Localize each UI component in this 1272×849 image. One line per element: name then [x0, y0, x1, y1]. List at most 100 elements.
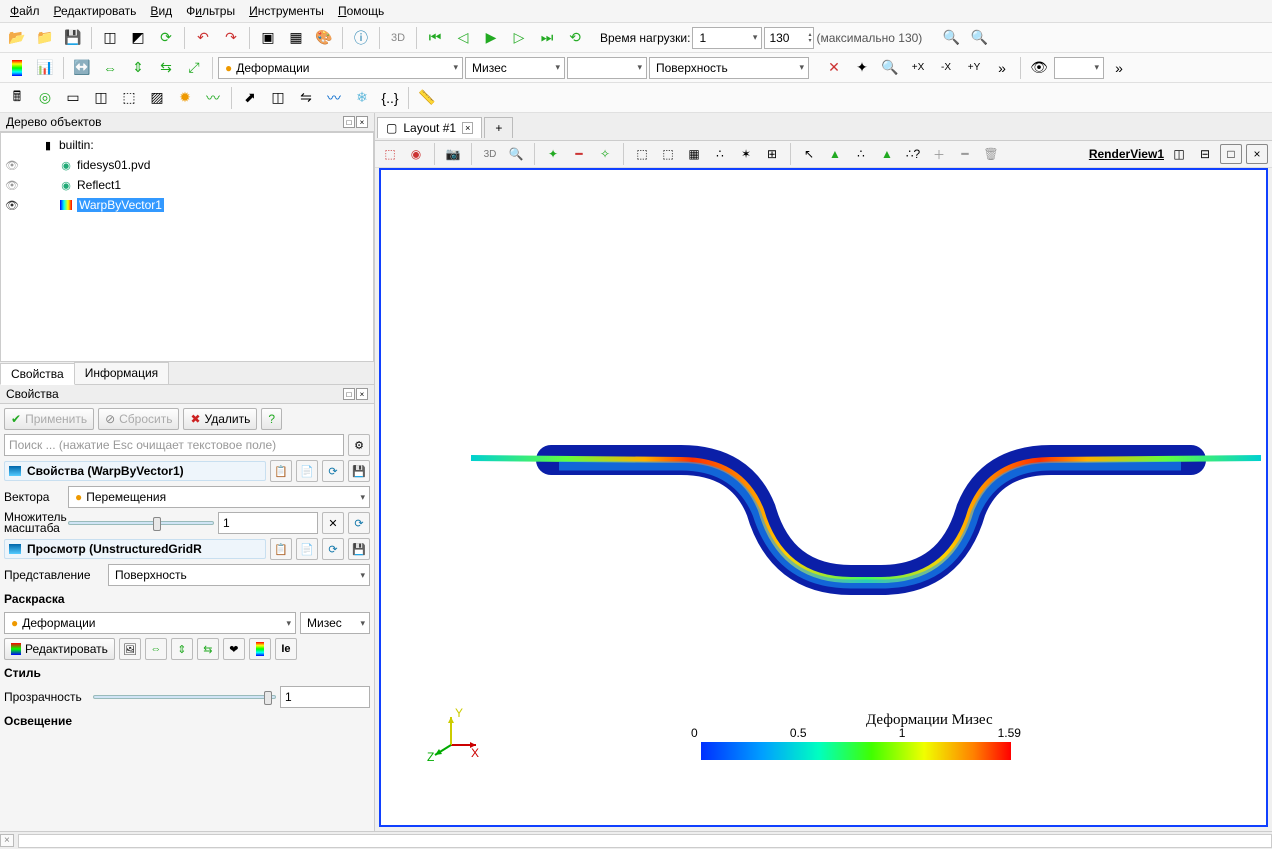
stream-icon[interactable]: 〰 [200, 86, 226, 110]
reload-icon[interactable]: ⟳ [153, 26, 179, 50]
color-comp-combo[interactable]: Мизес [300, 612, 370, 634]
split-h-icon[interactable]: ◫ [1168, 144, 1190, 164]
ruler-icon[interactable]: 📏 [414, 86, 440, 110]
snow-icon[interactable]: ❄ [349, 86, 375, 110]
field-combo[interactable]: ●Деформации [218, 57, 463, 79]
rb-sel1-icon[interactable]: ↖ [798, 144, 820, 164]
cube2-icon[interactable]: ▦ [283, 26, 309, 50]
eye-icon[interactable]: 👁 [1026, 56, 1052, 80]
rb-trash-icon[interactable]: 🗑 [980, 144, 1002, 164]
group-view[interactable]: Просмотр (UnstructuredGridR [4, 539, 266, 559]
tree-close-icon[interactable]: × [356, 116, 368, 128]
tree-row-warp[interactable]: 👁WarpByVector1 [3, 195, 371, 215]
menu-filters[interactable]: Фильтры [180, 2, 241, 20]
rb-sel3-icon[interactable]: ∴ [850, 144, 872, 164]
3d-mode-icon[interactable]: 3D [385, 26, 411, 50]
rb-3d-icon[interactable]: 3D [479, 144, 501, 164]
cm5-icon[interactable]: ❤ [223, 638, 245, 660]
close-view-icon[interactable]: × [1246, 144, 1268, 164]
rb-s9-icon[interactable]: ⊞ [761, 144, 783, 164]
split-v-icon[interactable]: ⊟ [1194, 144, 1216, 164]
menu-tools[interactable]: Инструменты [243, 2, 330, 20]
tab-properties[interactable]: Свойства [0, 363, 75, 385]
opacity-slider[interactable] [93, 695, 276, 699]
calc-icon[interactable]: 🖩 [4, 86, 30, 110]
open-recent-icon[interactable]: 📁 [32, 26, 58, 50]
tree-row-fidesys[interactable]: 👁◉fidesys01.pvd [3, 155, 371, 175]
scale-slider[interactable] [68, 521, 214, 525]
rb-s4-icon[interactable]: ⬚ [631, 144, 653, 164]
reset-button[interactable]: ⊘Сбросить [98, 408, 179, 430]
open-icon[interactable]: 📂 [4, 26, 30, 50]
more-icon[interactable]: » [989, 56, 1015, 80]
extract-icon[interactable]: ▨ [144, 86, 170, 110]
maximize-icon[interactable]: □ [1220, 144, 1242, 164]
fit-icon[interactable]: ⇔ [97, 56, 123, 80]
contour-icon[interactable]: ◎ [32, 86, 58, 110]
rb-s1-icon[interactable]: ✦ [542, 144, 564, 164]
copy2-icon[interactable]: 📋 [270, 538, 292, 560]
component-combo[interactable]: Мизес [465, 57, 565, 79]
render-viewport[interactable]: Деформации Мизес 00.511.59 X Y Z [379, 168, 1268, 827]
rescale-icon[interactable]: ↔️ [69, 56, 95, 80]
tree-row-reflect[interactable]: 👁◉Reflect1 [3, 175, 371, 195]
rb-s5-icon[interactable]: ⬚ [657, 144, 679, 164]
rb-s3-icon[interactable]: ✧ [594, 144, 616, 164]
add-layout-button[interactable]: + [484, 117, 513, 138]
group-icon[interactable]: ◫ [265, 86, 291, 110]
group-warp[interactable]: Свойства (WarpByVector1) [4, 461, 266, 481]
zoom-plus-icon[interactable]: 🔍 [966, 26, 992, 50]
cm1-icon[interactable]: 🖼 [119, 638, 141, 660]
rb-zoom-icon[interactable]: 🔍 [505, 144, 527, 164]
custom2-icon[interactable]: ⤢ [181, 56, 207, 80]
redo-icon[interactable]: ↷ [218, 26, 244, 50]
next-frame-icon[interactable]: ▷ [506, 26, 532, 50]
menu-file[interactable]: Файл [4, 2, 46, 20]
rb-s2-icon[interactable]: ━ [568, 144, 590, 164]
object-tree[interactable]: ▮builtin: 👁◉fidesys01.pvd 👁◉Reflect1 👁Wa… [0, 132, 374, 362]
scale-input[interactable]: 1 [218, 512, 318, 534]
fit2-icon[interactable]: ⇕ [125, 56, 151, 80]
menu-edit[interactable]: Редактировать [48, 2, 143, 20]
renderview-label[interactable]: RenderView1 [1089, 147, 1164, 161]
slice-icon[interactable]: ◫ [88, 86, 114, 110]
scalebar-icon[interactable]: 📊 [32, 56, 58, 80]
extra-combo[interactable] [567, 57, 647, 79]
wave-icon[interactable]: 〰 [321, 86, 347, 110]
tree-float-icon[interactable]: □ [343, 116, 355, 128]
loop-icon[interactable]: ⟲ [562, 26, 588, 50]
clip-icon[interactable]: ▭ [60, 86, 86, 110]
rb-s8-icon[interactable]: ✶ [735, 144, 757, 164]
reload4-icon[interactable]: ⟳ [322, 538, 344, 560]
more2-icon[interactable]: » [1106, 56, 1132, 80]
gear-icon[interactable]: ⚙ [348, 434, 370, 456]
axes-fit-icon[interactable]: ✦ [849, 56, 875, 80]
help-button[interactable]: ? [261, 408, 282, 430]
delete-button[interactable]: ✖Удалить [183, 408, 257, 430]
geometry2-icon[interactable]: ◩ [125, 26, 151, 50]
axis-plus-x-icon[interactable]: +X [905, 56, 931, 80]
play-icon[interactable]: ▶ [478, 26, 504, 50]
reflect-icon[interactable]: ⇋ [293, 86, 319, 110]
cm3-icon[interactable]: ⇕ [171, 638, 193, 660]
prev-frame-icon[interactable]: ◁ [450, 26, 476, 50]
vectors-combo[interactable]: ●Перемещения [68, 486, 370, 508]
save3-icon[interactable]: 💾 [348, 538, 370, 560]
rb-s6-icon[interactable]: ▦ [683, 144, 705, 164]
edit-colormap-button[interactable]: Редактировать [4, 638, 115, 660]
rb-camera-icon[interactable]: 📷 [442, 144, 464, 164]
cm6-icon[interactable] [249, 638, 271, 660]
geometry-icon[interactable]: ◫ [97, 26, 123, 50]
warp-icon[interactable]: ⬈ [237, 86, 263, 110]
cm4-icon[interactable]: ⇆ [197, 638, 219, 660]
reload2-icon[interactable]: ⟳ [322, 460, 344, 482]
paste2-icon[interactable]: 📄 [296, 538, 318, 560]
opacity-input[interactable]: 1 [280, 686, 370, 708]
props-float-icon[interactable]: □ [343, 388, 355, 400]
search-input[interactable]: Поиск ... (нажатие Esc очищает текстовое… [4, 434, 344, 456]
custom-range-icon[interactable]: ⇆ [153, 56, 179, 80]
repr-combo[interactable]: Поверхность [649, 57, 809, 79]
rb-sel4-icon[interactable]: ▲ [876, 144, 898, 164]
info-icon[interactable]: ⓘ [348, 26, 374, 50]
paste-icon[interactable]: 📄 [296, 460, 318, 482]
